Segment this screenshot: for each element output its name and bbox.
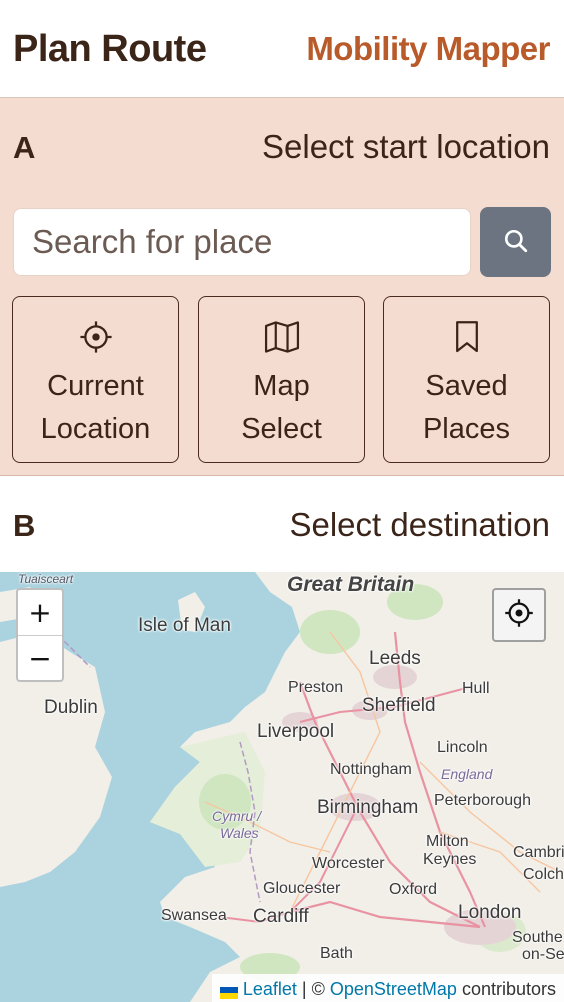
map-label: Milton	[426, 833, 469, 850]
openstreetmap-link[interactable]: OpenStreetMap	[330, 979, 457, 1000]
search-icon	[503, 228, 529, 257]
step-b-label: Select destination	[289, 506, 550, 543]
map-label: Oxford	[389, 881, 438, 898]
app-header: Plan Route Mobility Mapper	[0, 0, 564, 98]
map-label: Cambri	[513, 844, 564, 861]
map-label: England	[441, 766, 493, 782]
destination-section: B Select destination	[0, 476, 564, 572]
map-label: on-Se	[522, 946, 564, 963]
map-label: Southe	[512, 929, 563, 946]
map-label: Liverpool	[257, 721, 335, 742]
saved-places-label: Saved Places	[422, 370, 511, 445]
map-label: Nottingham	[330, 761, 412, 778]
map-label: Cymru /	[212, 808, 261, 824]
map-label: Swansea	[161, 907, 227, 924]
zoom-in-button[interactable]: +	[18, 590, 62, 635]
map-select-label: Map Select	[241, 370, 322, 445]
ukraine-flag-icon	[219, 983, 238, 999]
map-label: Birmingham	[317, 797, 419, 818]
map-label: Leeds	[369, 648, 421, 669]
step-a-letter: A	[13, 130, 36, 165]
crosshair-icon	[78, 319, 114, 355]
map-label: Peterborough	[434, 792, 531, 809]
zoom-control: + −	[16, 588, 64, 682]
map-label: Isle of Man	[138, 615, 231, 636]
zoom-out-button[interactable]: −	[18, 635, 62, 680]
map-attribution: Leaflet | © OpenStreetMap contributors	[211, 974, 564, 1002]
map-label: Colch	[523, 866, 564, 883]
current-location-label: Current Location	[40, 370, 151, 445]
leaflet-link[interactable]: Leaflet	[243, 979, 297, 1000]
map-label: London	[458, 902, 522, 923]
attribution-suffix: contributors	[456, 978, 556, 999]
map-label: Sheffield	[362, 695, 436, 716]
map-label: Wales	[220, 825, 259, 841]
map-icon	[264, 319, 300, 355]
search-input[interactable]	[13, 208, 471, 276]
map-select-button[interactable]: Map Select	[198, 296, 365, 463]
bookmark-icon	[449, 319, 485, 355]
map-view[interactable]: Tuaisceart Great Britain Isle of Man Lee…	[0, 572, 564, 1002]
page-title: Plan Route	[13, 28, 207, 70]
map-label: Lincoln	[437, 739, 488, 756]
step-a-label: Select start location	[262, 128, 550, 165]
map-label: Great Britain	[287, 573, 415, 596]
crosshair-icon	[504, 598, 534, 633]
map-label: Keynes	[423, 851, 477, 868]
map-label: Preston	[288, 679, 344, 696]
map-label: Tuaisceart	[18, 572, 74, 586]
attribution-separator: | ©	[296, 978, 330, 999]
map-label: Dublin	[44, 697, 98, 718]
locate-me-button[interactable]	[492, 588, 546, 642]
current-location-button[interactable]: Current Location	[12, 296, 179, 463]
map-label: Gloucester	[263, 880, 341, 897]
step-b-letter: B	[13, 508, 36, 543]
map-basemap[interactable]	[0, 572, 564, 1002]
saved-places-button[interactable]: Saved Places	[383, 296, 550, 463]
map-label: Hull	[462, 680, 490, 697]
start-location-section: A Select start location CurrentLocation …	[0, 98, 564, 476]
map-label: Bath	[320, 945, 353, 962]
map-label: Cardiff	[253, 906, 309, 927]
search-button[interactable]	[480, 207, 551, 277]
brand-logo-text[interactable]: Mobility Mapper	[306, 30, 550, 68]
map-label: Worcester	[312, 855, 385, 872]
